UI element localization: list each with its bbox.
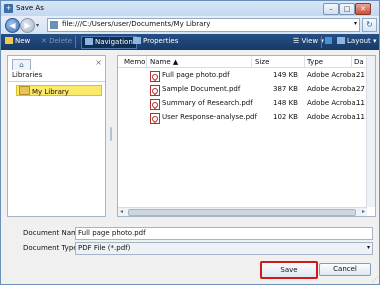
address-row: ◀ ▶ ▾ file:///C:/Users/user/Documents/My… bbox=[1, 16, 379, 34]
help-button[interactable] bbox=[325, 37, 334, 45]
forward-button[interactable]: ▶ bbox=[20, 18, 35, 33]
scroll-thumb[interactable] bbox=[128, 209, 356, 216]
file-name: Full page photo.pdf bbox=[162, 71, 230, 79]
file-size: 387 KB bbox=[273, 85, 298, 93]
file-list-pane: Memo Name ▲ Size Type Da Full page photo… bbox=[117, 55, 376, 217]
address-dropdown-icon[interactable]: ▾ bbox=[354, 20, 357, 27]
new-button[interactable]: New bbox=[5, 37, 30, 45]
view-icon: ☰ bbox=[293, 37, 300, 45]
document-name-field[interactable]: Full page photo.pdf bbox=[75, 227, 373, 240]
save-as-dialog: + Save As – □ ✕ ◀ ▶ ▾ file:///C:/Users/u… bbox=[0, 0, 380, 285]
libraries-title: Libraries bbox=[12, 71, 43, 79]
file-name: Summary of Research.pdf bbox=[162, 99, 253, 107]
new-label: New bbox=[15, 37, 31, 45]
column-date[interactable]: Da bbox=[354, 58, 364, 66]
toolbar-separator bbox=[321, 36, 322, 48]
column-divider[interactable] bbox=[146, 56, 147, 67]
document-type-select[interactable]: PDF File (*.pdf) ▾ bbox=[75, 242, 373, 255]
toolbar-separator bbox=[75, 36, 76, 48]
file-size: 148 KB bbox=[273, 99, 298, 107]
app-icon: + bbox=[4, 4, 13, 13]
divider bbox=[8, 81, 105, 82]
minimize-button[interactable]: – bbox=[323, 3, 339, 15]
navigation-label: Navigation bbox=[95, 38, 133, 46]
layout-label: Layout ▾ bbox=[347, 37, 377, 45]
maximize-button[interactable]: □ bbox=[339, 3, 355, 15]
delete-button[interactable]: ✕ Delete bbox=[41, 37, 72, 45]
delete-icon: ✕ bbox=[41, 37, 47, 45]
document-type-value: PDF File (*.pdf) bbox=[78, 244, 131, 252]
vertical-scrollbar[interactable] bbox=[366, 56, 375, 207]
pdf-file-icon bbox=[150, 85, 160, 96]
column-divider[interactable] bbox=[351, 56, 352, 67]
save-button[interactable]: Save bbox=[260, 261, 318, 279]
scroll-right-icon[interactable]: ▸ bbox=[362, 208, 365, 216]
address-path: file:///C:/Users/user/Documents/My Libra… bbox=[62, 20, 211, 28]
file-date: 27 bbox=[356, 85, 365, 93]
file-date: 11 bbox=[356, 113, 365, 121]
window-title: Save As bbox=[16, 4, 44, 12]
column-name[interactable]: Name ▲ bbox=[150, 58, 178, 66]
pdf-file-icon bbox=[150, 71, 160, 82]
document-type-label: Document Type: bbox=[23, 244, 80, 252]
folder-icon bbox=[19, 86, 30, 95]
chevron-down-icon: ▾ bbox=[366, 244, 370, 251]
toolbar: New ✕ Delete Navigation Properties ☰ Vie… bbox=[1, 34, 379, 50]
file-type: Adobe Acroba… bbox=[307, 113, 363, 121]
properties-label: Properties bbox=[143, 37, 179, 45]
file-row[interactable]: Sample Document.pdf 387 KB Adobe Acroba…… bbox=[118, 83, 375, 96]
pane-splitter[interactable] bbox=[109, 55, 113, 215]
column-divider[interactable] bbox=[304, 56, 305, 67]
view-button[interactable]: ☰ View ▾ bbox=[293, 37, 324, 45]
file-row[interactable]: Full page photo.pdf 149 KB Adobe Acroba…… bbox=[118, 69, 375, 82]
cancel-button[interactable]: Cancel bbox=[319, 263, 371, 276]
pdf-file-icon bbox=[150, 99, 160, 110]
file-type: Adobe Acroba… bbox=[307, 85, 363, 93]
column-memo[interactable]: Memo bbox=[124, 58, 145, 66]
file-row[interactable]: User Response-analyse.pdf 102 KB Adobe A… bbox=[118, 111, 375, 124]
navigation-pane: ⌂ × Libraries My Library bbox=[7, 55, 106, 217]
column-divider[interactable] bbox=[251, 56, 252, 67]
new-folder-icon bbox=[5, 37, 13, 44]
history-dropdown-icon[interactable]: ▾ bbox=[36, 22, 39, 29]
file-name: Sample Document.pdf bbox=[162, 85, 241, 93]
resize-grip-icon[interactable]: ⋰ bbox=[372, 276, 378, 283]
file-type: Adobe Acroba… bbox=[307, 99, 363, 107]
navigation-pane-icon bbox=[85, 38, 93, 45]
file-row[interactable]: Summary of Research.pdf 148 KB Adobe Acr… bbox=[118, 97, 375, 110]
file-name: User Response-analyse.pdf bbox=[162, 113, 257, 121]
document-name-value: Full page photo.pdf bbox=[78, 229, 146, 237]
column-type[interactable]: Type bbox=[307, 58, 323, 66]
sidebar-item-label: My Library bbox=[32, 88, 69, 96]
properties-pane-icon bbox=[133, 37, 141, 44]
properties-button[interactable]: Properties bbox=[133, 37, 178, 45]
close-pane-icon[interactable]: × bbox=[95, 58, 102, 67]
file-size: 149 KB bbox=[273, 71, 298, 79]
file-date: 21 bbox=[356, 71, 365, 79]
close-button[interactable]: ✕ bbox=[355, 3, 371, 15]
sidebar-item-my-library[interactable]: My Library bbox=[16, 85, 102, 96]
save-options-panel: Document Name: Full page photo.pdf Docum… bbox=[1, 219, 379, 284]
file-date: 11 bbox=[356, 99, 365, 107]
navigation-button[interactable]: Navigation bbox=[81, 36, 137, 49]
address-bar[interactable]: file:///C:/Users/user/Documents/My Libra… bbox=[47, 18, 360, 32]
scroll-left-icon[interactable]: ◂ bbox=[120, 208, 123, 216]
column-header: Memo Name ▲ Size Type Da bbox=[118, 56, 375, 68]
libraries-tab[interactable]: ⌂ bbox=[12, 59, 31, 70]
file-type: Adobe Acroba… bbox=[307, 71, 363, 79]
column-size[interactable]: Size bbox=[255, 58, 269, 66]
splitter-grip-icon bbox=[110, 127, 112, 141]
pdf-file-icon bbox=[150, 113, 160, 124]
horizontal-scrollbar[interactable]: ◂ ▸ bbox=[118, 207, 367, 216]
back-button[interactable]: ◀ bbox=[5, 18, 20, 33]
delete-label: Delete bbox=[49, 37, 73, 45]
location-icon bbox=[50, 21, 58, 29]
title-bar: + Save As – □ ✕ bbox=[1, 1, 379, 17]
help-icon bbox=[325, 37, 332, 44]
layout-icon bbox=[337, 37, 345, 44]
layout-button[interactable]: Layout ▾ bbox=[337, 37, 377, 45]
file-size: 102 KB bbox=[273, 113, 298, 121]
refresh-button[interactable]: ↻ bbox=[362, 18, 377, 32]
